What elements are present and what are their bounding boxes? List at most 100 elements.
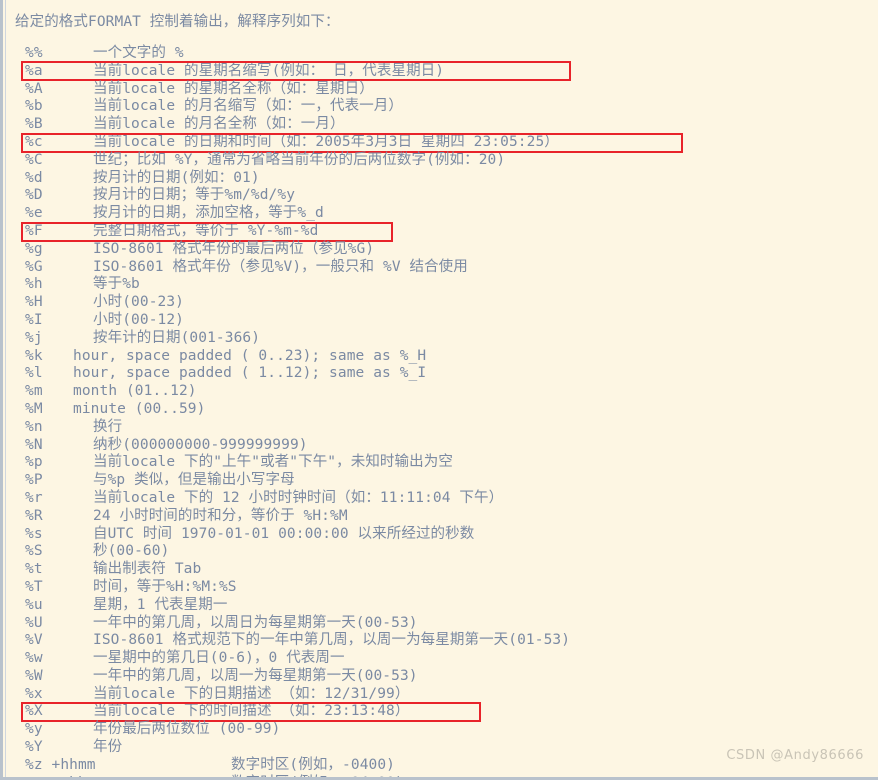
format-spec-description: 小时(00-12) [93, 311, 185, 328]
format-spec-code: %F [25, 222, 43, 239]
format-spec-description: 换行 [93, 418, 123, 435]
format-spec-description: 当前locale 下的"上午"或者"下午"，未知时输出为空 [93, 454, 453, 471]
format-spec-description: 小时(00-23) [93, 294, 185, 311]
format-spec-row: %P 与%p 类似，但是输出小写字母 [3, 472, 878, 490]
format-spec-description: 当前locale 的日期和时间（如：2005年3月3日 星期四 23:05:25… [93, 133, 559, 150]
intro-paragraph: 给定的格式FORMAT 控制着输出，解释序列如下： [15, 14, 340, 30]
format-spec-row: %p 当前locale 下的"上午"或者"下午"，未知时输出为空 [3, 454, 878, 472]
format-spec-row: %S 秒(00-60) [3, 543, 878, 561]
format-spec-code: %a [25, 62, 43, 79]
format-spec-row: %I 小时(00-12) [3, 312, 878, 330]
format-spec-code: %U [25, 614, 43, 631]
format-spec-code: %k [25, 347, 43, 364]
format-spec-code: %G [25, 258, 43, 275]
format-spec-code: %d [25, 169, 43, 186]
format-spec-description: 输出制表符 Tab [93, 561, 202, 578]
format-spec-description: 与%p 类似，但是输出小写字母 [93, 472, 295, 489]
document-body: 给定的格式FORMAT 控制着输出，解释序列如下： %% 一个文字的 % %a 当前l… [3, 0, 878, 777]
format-spec-row: %C 世纪；比如 %Y，通常为省略当前年份的后两位数字(例如：20) [3, 152, 878, 170]
format-spec-code: %y [25, 721, 43, 738]
format-spec-description: 数字时区(例如，-0400) [231, 756, 396, 773]
format-spec-code: %:z +hh:mm [25, 775, 113, 777]
format-spec-row: %V ISO-8601 格式规范下的一年中第几周，以周一为每星期第一天(01-53… [3, 632, 878, 650]
format-spec-code: %z +hhmm [25, 756, 96, 773]
format-spec-row: %U 一年中的第几周，以周日为每星期第一天(00-53) [3, 615, 878, 633]
format-spec-row: %c 当前locale 的日期和时间（如：2005年3月3日 星期四 23:05:… [3, 134, 878, 152]
format-spec-row: %m month (01..12) [3, 383, 878, 401]
format-spec-code: %H [25, 294, 43, 311]
format-spec-code: %r [25, 489, 43, 506]
format-spec-description: 一年中的第几周，以周一为每星期第一天(00-53) [93, 667, 418, 684]
format-spec-description: 当前locale 下的 12 小时时钟时间（如：11:11:04 下午） [93, 489, 504, 506]
format-spec-description: 当前locale 的星期名全称（如：星期日） [93, 80, 374, 97]
format-spec-row: %H 小时(00-23) [3, 294, 878, 312]
format-spec-row: %x 当前locale 下的日期描述 （如：12/31/99） [3, 686, 878, 704]
format-spec-code: %c [25, 133, 43, 150]
format-spec-code: %W [25, 667, 43, 684]
format-spec-code: %S [25, 543, 43, 560]
format-spec-description: 秒(00-60) [93, 543, 170, 560]
format-spec-row: %r 当前locale 下的 12 小时时钟时间（如：11:11:04 下午） [3, 490, 878, 508]
format-spec-description: 按月计的日期，添加空格，等于%_d [93, 205, 324, 222]
format-spec-code: %x [25, 685, 43, 702]
csdn-watermark: CSDN @Andy86666 [726, 748, 864, 763]
format-spec-description: 年份 [93, 739, 123, 756]
format-spec-description: 按月计的日期(例如：01) [93, 169, 260, 186]
format-spec-row: %R 24 小时时间的时和分，等价于 %H:%M [3, 508, 878, 526]
format-spec-description: 一个文字的 % [93, 45, 184, 61]
format-spec-description: 等于%b [93, 276, 140, 293]
format-spec-code: %s [25, 525, 43, 542]
format-spec-code: %X [25, 703, 43, 720]
format-spec-code: %h [25, 276, 43, 293]
format-spec-code: %B [25, 116, 43, 133]
format-spec-code: %R [25, 507, 43, 524]
format-spec-description: 当前locale 下的日期描述 （如：12/31/99） [93, 685, 410, 702]
format-spec-row: %g ISO-8601 格式年份的最后两位（参见%G) [3, 241, 878, 259]
format-spec-row: %u 星期，1 代表星期一 [3, 597, 878, 615]
format-spec-row: %:z +hh:mm 数字时区(例如，-04:00) [3, 775, 878, 777]
format-spec-code: %N [25, 436, 43, 453]
format-spec-row: %s 自UTC 时间 1970-01-01 00:00:00 以来所经过的秒数 [3, 526, 878, 544]
format-spec-description: 当前locale 的月名缩写（如：一，代表一月） [93, 98, 404, 115]
format-spec-description: minute (00..59) [73, 400, 206, 417]
format-spec-list: %% 一个文字的 % %a 当前locale 的星期名缩写(例如： 日，代表星期日)%… [3, 45, 878, 777]
format-spec-row: %G ISO-8601 格式年份（参见%V)，一般只和 %V 结合使用 [3, 259, 878, 277]
format-spec-row: %a 当前locale 的星期名缩写(例如： 日，代表星期日) [3, 63, 878, 81]
format-spec-description: 纳秒(000000000-999999999) [93, 436, 308, 453]
format-spec-row: %D 按月计的日期；等于%m/%d/%y [3, 187, 878, 205]
format-spec-code: %b [25, 98, 43, 115]
format-spec-row: %M minute (00..59) [3, 401, 878, 419]
format-spec-row: %e 按月计的日期，添加空格，等于%_d [3, 205, 878, 223]
format-spec-description: 星期，1 代表星期一 [93, 596, 228, 613]
format-spec-description: hour, space padded ( 1..12); same as %_I [73, 365, 427, 382]
format-spec-description: 按月计的日期；等于%m/%d/%y [93, 187, 296, 204]
format-spec-row: %w 一星期中的第几日(0-6)，0 代表周一 [3, 650, 878, 668]
format-spec-description: ISO-8601 格式年份的最后两位（参见%G) [93, 240, 375, 257]
format-spec-row: %W 一年中的第几周，以周一为每星期第一天(00-53) [3, 668, 878, 686]
format-spec-description: 一星期中的第几日(0-6)，0 代表周一 [93, 650, 345, 667]
format-spec-row: %d 按月计的日期(例如：01) [3, 170, 878, 188]
format-spec-row: %h 等于%b [3, 276, 878, 294]
format-spec-code: %D [25, 187, 43, 204]
format-spec-description: 24 小时时间的时和分，等价于 %H:%M [93, 507, 348, 524]
format-spec-code: %e [25, 205, 43, 222]
format-spec-code: %j [25, 329, 43, 346]
format-spec-description: 按年计的日期(001-366) [93, 329, 261, 346]
format-spec-row: %N 纳秒(000000000-999999999) [3, 437, 878, 455]
format-spec-row: %l hour, space padded ( 1..12); same as %… [3, 365, 878, 383]
format-spec-code: %P [25, 472, 43, 489]
format-spec-description: 数字时区(例如，-04:00) [231, 775, 404, 777]
format-spec-description: 当前locale 的月名全称（如：一月） [93, 116, 345, 133]
format-spec-code: %u [25, 596, 43, 613]
format-spec-code: %t [25, 561, 43, 578]
format-spec-description: month (01..12) [73, 383, 197, 400]
format-spec-code: %A [25, 80, 43, 97]
format-spec-row: %X 当前locale 下的时间描述 （如：23:13:48） [3, 703, 878, 721]
format-spec-code: %T [25, 578, 43, 595]
format-spec-description: 自UTC 时间 1970-01-01 00:00:00 以来所经过的秒数 [93, 525, 475, 542]
format-spec-row: %T 时间，等于%H:%M:%S [3, 579, 878, 597]
format-spec-description: 一年中的第几周，以周日为每星期第一天(00-53) [93, 614, 418, 631]
format-spec-code: %p [25, 454, 43, 471]
format-spec-row: %y 年份最后两位数位 (00-99) [3, 721, 878, 739]
format-spec-code: %C [25, 151, 43, 168]
